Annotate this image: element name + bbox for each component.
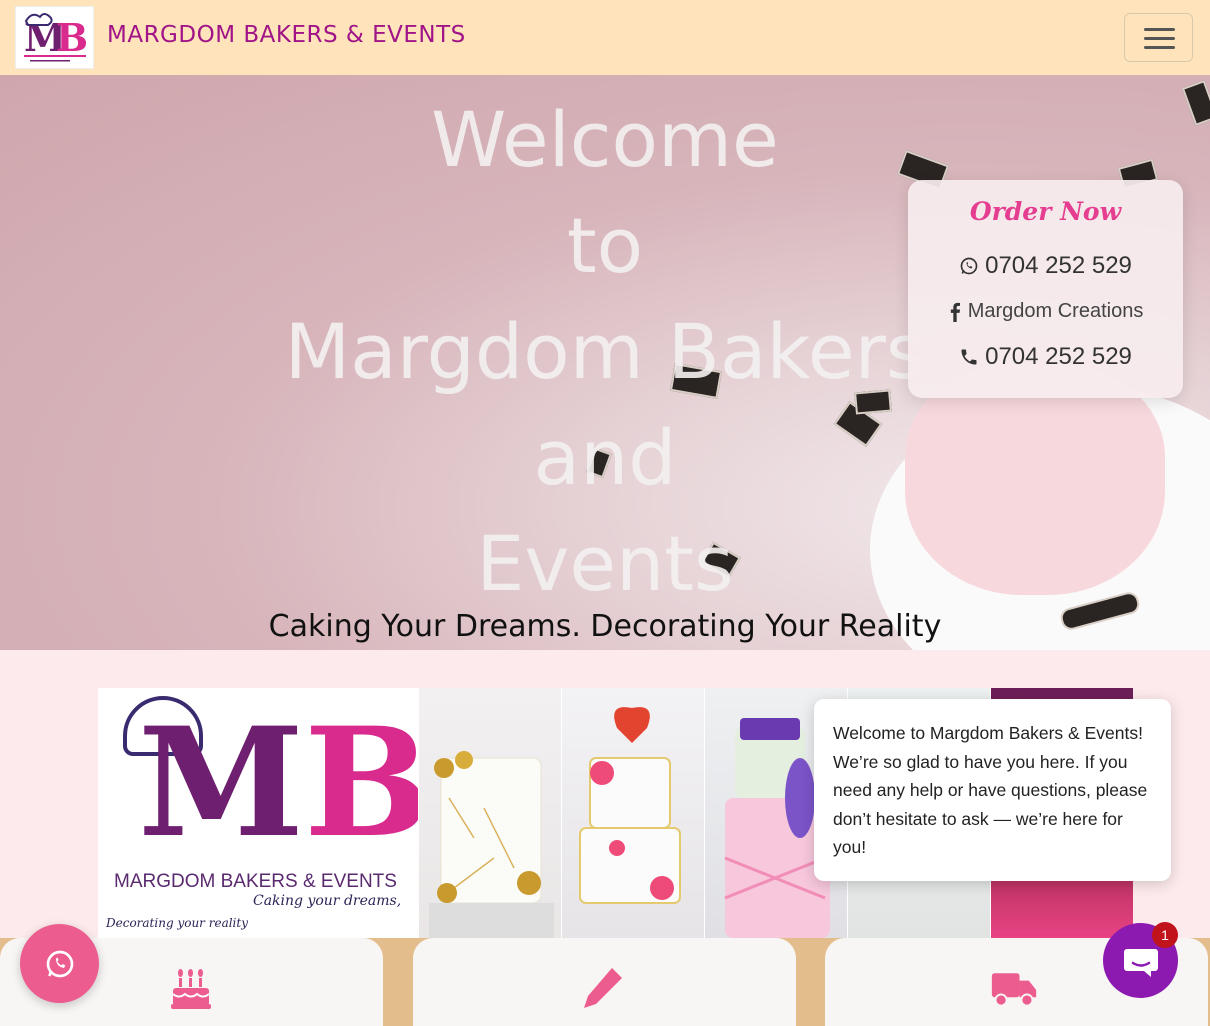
menu-toggle-button[interactable] xyxy=(1124,13,1193,62)
order-now-card: Order Now 0704 252 529 Margdom Creations… xyxy=(908,180,1183,398)
svg-text:B: B xyxy=(56,15,88,60)
pencil-icon xyxy=(584,968,622,1008)
birthday-cake-icon xyxy=(171,969,211,1009)
phone-icon xyxy=(961,349,977,365)
whatsapp-icon xyxy=(46,950,73,977)
order-now-title: Order Now xyxy=(969,197,1122,226)
facebook-icon xyxy=(950,302,960,322)
chat-unread-badge: 1 xyxy=(1152,922,1178,948)
hamburger-menu-icon xyxy=(1144,28,1175,31)
brand-logo[interactable]: M B xyxy=(15,6,94,69)
chat-icon xyxy=(1123,948,1158,977)
navbar: M B MARGDOM BAKERS & EVENTS xyxy=(0,0,1210,75)
gallery-image-gold-cake[interactable] xyxy=(418,688,561,938)
whatsapp-order-link[interactable]: 0704 252 529 xyxy=(908,252,1183,280)
whatsapp-float-button[interactable] xyxy=(20,924,99,1003)
hero-tagline: Caking Your Dreams. Decorating Your Real… xyxy=(268,609,942,644)
brand-name[interactable]: MARGDOM BAKERS & EVENTS xyxy=(107,22,466,48)
delivery-truck-icon xyxy=(991,973,1037,1007)
whatsapp-icon xyxy=(960,257,978,275)
chat-welcome-message[interactable]: Welcome to Margdom Bakers & Events! We’r… xyxy=(814,699,1171,881)
phone-call-link[interactable]: 0704 252 529 xyxy=(908,343,1183,371)
facebook-link[interactable]: Margdom Creations xyxy=(908,300,1183,323)
gallery-logo-image: MB MARGDOM BAKERS & EVENTS Caking your d… xyxy=(98,688,431,938)
gallery-image-birthday-cake[interactable] xyxy=(561,688,704,938)
feature-card-design xyxy=(413,938,796,1026)
features-section xyxy=(0,938,1210,1026)
